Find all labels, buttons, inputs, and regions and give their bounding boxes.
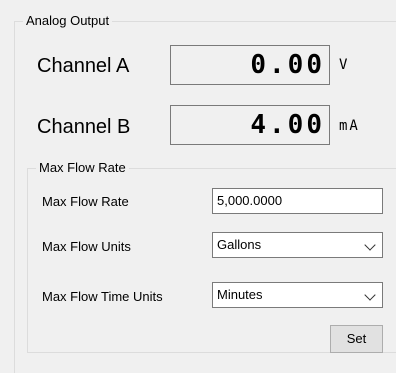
max-flow-rate-title: Max Flow Rate [36,160,129,176]
channel-a-unit: V [339,57,350,73]
channel-b-unit: mA [339,118,360,134]
max-flow-time-units-select[interactable]: Minutes [212,282,383,308]
channel-b-label: Channel B [37,116,131,138]
chevron-down-icon [364,289,376,301]
max-flow-rate-label: Max Flow Rate [42,194,129,209]
channel-b-display: 4.00 [170,105,330,145]
analog-output-title: Analog Output [23,13,113,29]
max-flow-units-select[interactable]: Gallons [212,232,383,258]
max-flow-time-units-value: Minutes [217,287,263,302]
max-flow-rate-input[interactable]: 5,000.0000 [212,188,383,214]
channel-a-display: 0.00 [170,45,330,85]
max-flow-time-units-label: Max Flow Time Units [42,289,163,304]
max-flow-units-label: Max Flow Units [42,239,131,254]
chevron-down-icon [364,239,376,251]
set-button[interactable]: Set [330,325,383,353]
max-flow-units-value: Gallons [217,237,262,252]
channel-a-label: Channel A [37,55,130,77]
